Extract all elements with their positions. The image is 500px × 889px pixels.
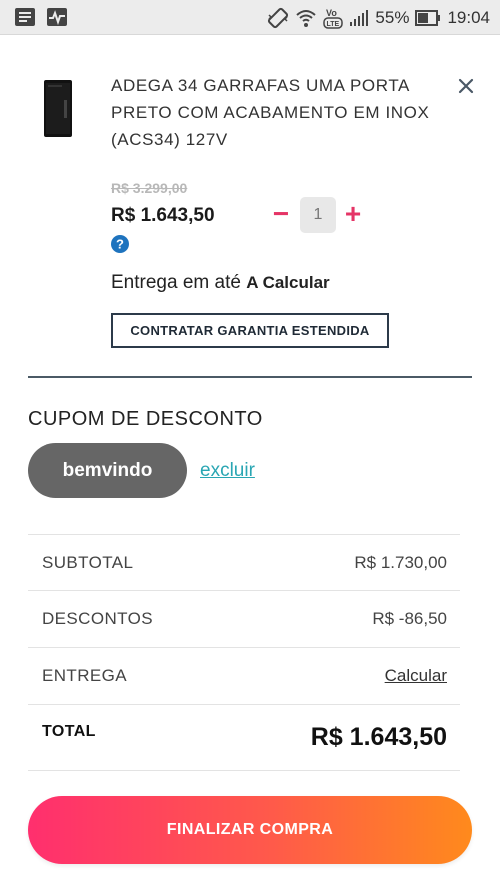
summary-row-discounts: DESCONTOS R$ -86,50 (28, 591, 460, 648)
quantity-field[interactable]: 1 (300, 197, 336, 233)
total-label: TOTAL (42, 723, 96, 740)
help-icon[interactable]: ? (111, 235, 129, 253)
signal-icon (350, 10, 369, 26)
old-price: R$ 3.299,00 (111, 180, 188, 196)
subtotal-value: R$ 1.730,00 (354, 553, 447, 572)
current-price: R$ 1.643,50 (111, 205, 215, 226)
summary-row-subtotal: SUBTOTAL R$ 1.730,00 (28, 534, 460, 591)
extended-warranty-button[interactable]: CONTRATAR GARANTIA ESTENDIDA (111, 313, 389, 348)
clock: 19:04 (447, 8, 490, 27)
svg-text:Vo: Vo (326, 8, 337, 18)
coupon-heading: CUPOM DE DESCONTO (28, 408, 263, 430)
summary-row-total: TOTAL R$ 1.643,50 (28, 705, 460, 771)
close-icon[interactable] (456, 76, 476, 96)
wifi-icon (296, 10, 317, 27)
volte-icon: Vo LTE (323, 8, 344, 29)
total-value: R$ 1.643,50 (310, 723, 447, 751)
checkout-button[interactable]: FINALIZAR COMPRA (28, 796, 472, 864)
remove-coupon-link[interactable]: excluir (200, 460, 255, 482)
activity-icon (47, 8, 67, 26)
discounts-value: R$ -86,50 (372, 609, 447, 628)
quantity-decrease-button[interactable]: − (270, 199, 292, 229)
summary-row-shipping: ENTREGA Calcular (28, 648, 460, 705)
vibrate-icon (268, 7, 289, 29)
delivery-prefix: Entrega em até (111, 272, 241, 293)
quantity-increase-button[interactable]: + (342, 199, 364, 229)
order-summary: SUBTOTAL R$ 1.730,00 DESCONTOS R$ -86,50… (28, 534, 460, 771)
svg-text:LTE: LTE (327, 21, 340, 28)
coupon-code-chip: bemvindo (28, 443, 187, 498)
product-thumbnail[interactable] (40, 80, 76, 138)
subtotal-label: SUBTOTAL (42, 553, 134, 572)
battery-icon (415, 10, 441, 26)
shipping-label: ENTREGA (42, 666, 127, 685)
divider (28, 376, 472, 378)
status-bar: Vo LTE 55% 19:04 (0, 0, 500, 35)
delivery-estimate: Entrega em até A Calcular (111, 272, 330, 294)
delivery-value: A Calcular (246, 273, 330, 292)
notification-icon (15, 8, 35, 26)
battery-percent: 55% (375, 8, 410, 27)
discounts-label: DESCONTOS (42, 609, 153, 628)
product-title[interactable]: ADEGA 34 GARRAFAS UMA PORTA PRETO COM AC… (111, 72, 441, 153)
svg-text:?: ? (116, 237, 124, 252)
calculate-shipping-link[interactable]: Calcular (385, 666, 447, 686)
